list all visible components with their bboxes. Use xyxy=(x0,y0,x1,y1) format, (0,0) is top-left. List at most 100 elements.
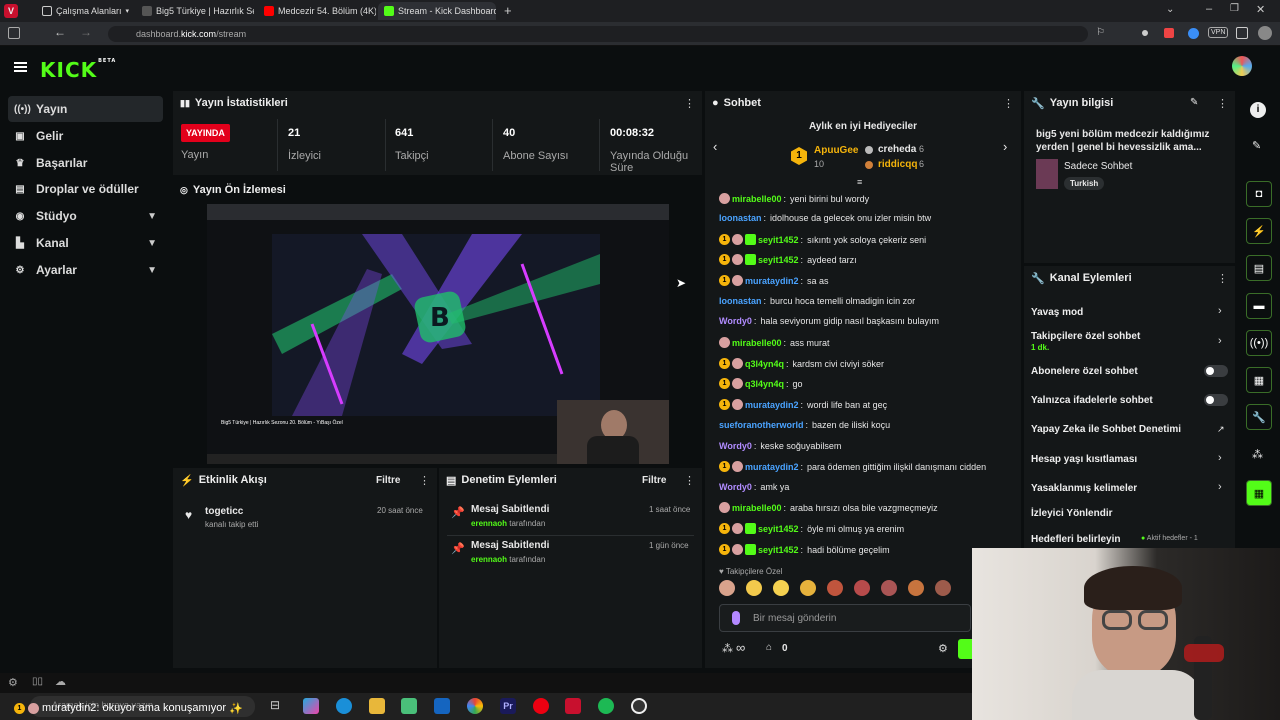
chat-username[interactable]: seyit1452 xyxy=(758,524,799,534)
account-age-item[interactable]: Hesap yaşı kısıtlaması xyxy=(1031,454,1137,465)
stream-preview-video[interactable]: B Big5 Türkiye | Hazırlık Sezonu 20. Böl… xyxy=(207,204,669,464)
more-options-icon[interactable]: ⋮ xyxy=(684,474,695,487)
followers-chat-item[interactable]: Takipçilere özel sohbet xyxy=(1031,331,1140,342)
chevron-right-icon[interactable]: › xyxy=(1218,335,1222,347)
ai-moderation-item[interactable]: Yapay Zeka ile Sohbet Denetimi xyxy=(1031,424,1181,435)
raid-item[interactable]: İzleyici Yönlendir xyxy=(1031,508,1113,519)
emote-icon[interactable] xyxy=(773,580,789,596)
users-icon[interactable]: ⁂ xyxy=(722,642,733,655)
chevron-right-icon[interactable]: › xyxy=(1218,481,1222,493)
bookmark-icon[interactable]: ⚐ xyxy=(1096,27,1105,38)
more-options-icon[interactable]: ⋮ xyxy=(684,97,695,110)
more-options-icon[interactable]: ⋮ xyxy=(1217,97,1228,110)
minimize-icon[interactable]: – xyxy=(1206,3,1212,15)
chevron-right-icon[interactable]: › xyxy=(1218,452,1222,464)
store-app-icon[interactable] xyxy=(401,698,417,714)
emote-chat-toggle[interactable] xyxy=(1204,394,1228,406)
tab-kick-dashboard[interactable]: Stream - Kick Dashboard xyxy=(378,2,496,20)
extensions-icon[interactable] xyxy=(1236,27,1248,39)
settings-icon[interactable]: ⚙ xyxy=(8,676,18,689)
emote-icon[interactable] xyxy=(935,580,951,596)
chat-username[interactable]: seyit1452 xyxy=(758,545,799,555)
chat-username[interactable]: mirabelle00 xyxy=(732,503,782,513)
more-options-icon[interactable]: ⋮ xyxy=(1217,272,1228,285)
outlook-icon[interactable] xyxy=(434,698,450,714)
chat-username[interactable]: sueforanotherworld xyxy=(719,420,804,430)
file-explorer-icon[interactable] xyxy=(369,698,385,714)
emote-icon[interactable] xyxy=(881,580,897,596)
emote-icon[interactable] xyxy=(827,580,843,596)
emote-icon[interactable] xyxy=(719,580,735,596)
store-icon[interactable]: ⌂ xyxy=(766,642,772,653)
sidebar-item-kanal[interactable]: ▙ Kanal ▼ xyxy=(8,230,163,256)
user-avatar[interactable] xyxy=(1232,56,1252,76)
pencil-icon[interactable]: ✎ xyxy=(1252,139,1261,152)
sidebar-item-ayarlar[interactable]: ⚙ Ayarlar ▼ xyxy=(8,257,163,283)
more-options-icon[interactable]: ⋮ xyxy=(419,474,430,487)
subs-chat-toggle[interactable] xyxy=(1204,365,1228,377)
chat-send-button[interactable] xyxy=(958,639,972,659)
chat-username[interactable]: seyit1452 xyxy=(758,235,799,245)
opera-icon[interactable] xyxy=(533,698,549,714)
chevron-right-icon[interactable]: › xyxy=(1218,305,1222,317)
emote-icon[interactable] xyxy=(854,580,870,596)
chat-icon[interactable]: ▬ xyxy=(1246,293,1272,319)
microphone-icon[interactable] xyxy=(732,611,740,625)
sidebar-item-studyo[interactable]: ◉ Stüdyo ▼ xyxy=(8,203,163,229)
activity-user[interactable]: togeticc xyxy=(205,506,243,517)
chat-username[interactable]: murataydin2 xyxy=(745,276,799,286)
goals-item[interactable]: Hedefleri belirleyin xyxy=(1031,534,1120,545)
chat-username[interactable]: Wordy0 xyxy=(719,441,752,451)
chat-username[interactable]: mirabelle00 xyxy=(732,194,782,204)
copilot-icon[interactable] xyxy=(303,698,319,714)
vivaldi-icon[interactable] xyxy=(565,698,581,714)
chevron-right-icon[interactable]: › xyxy=(1003,139,1007,154)
external-link-icon[interactable]: ↗ xyxy=(1217,424,1225,435)
banned-words-item[interactable]: Yasaklanmış kelimeler xyxy=(1031,483,1137,494)
chat-username[interactable]: Wordy0 xyxy=(719,316,752,326)
close-icon[interactable]: ✕ xyxy=(1256,3,1265,16)
chat-username[interactable]: seyit1452 xyxy=(758,255,799,265)
extension-blue-icon[interactable] xyxy=(1188,28,1199,39)
spotify-icon[interactable] xyxy=(598,698,614,714)
layout-icon[interactable]: ▦ xyxy=(1246,367,1272,393)
sidebar-item-yayin[interactable]: ((•)) Yayın xyxy=(8,96,163,122)
grid-icon[interactable]: ▦ xyxy=(1246,480,1272,506)
users-icon[interactable]: ⁂ xyxy=(1252,448,1263,461)
maximize-icon[interactable]: ❐ xyxy=(1230,3,1239,14)
slow-mode-item[interactable]: Yavaş mod xyxy=(1031,307,1083,318)
clipboard-icon[interactable]: ▤ xyxy=(1246,255,1272,281)
tab-medcezir[interactable]: Medcezir 54. Bölüm (4K) - Y xyxy=(258,2,376,20)
chat-username[interactable]: q3l4yn4q xyxy=(745,359,784,369)
language-tag[interactable]: Turkish xyxy=(1064,177,1105,190)
tab-list-icon[interactable]: ⌄ xyxy=(1166,4,1174,15)
forward-icon[interactable]: → xyxy=(80,25,92,39)
extension-dot-icon[interactable] xyxy=(1142,30,1148,36)
chat-input[interactable]: Bir mesaj gönderin xyxy=(719,604,971,632)
chat-filter-icon[interactable]: ≡ xyxy=(857,177,862,187)
activity-filter-button[interactable]: Filtre xyxy=(376,475,400,486)
tab-workspaces[interactable]: Çalışma Alanları ▾ xyxy=(36,2,132,20)
chat-username[interactable]: mirabelle00 xyxy=(732,338,782,348)
sidebar-item-gelir[interactable]: ▣ Gelir xyxy=(8,123,163,149)
bolt-icon[interactable]: ⚡ xyxy=(1246,218,1272,244)
chevron-left-icon[interactable]: ‹ xyxy=(713,139,717,154)
info-icon[interactable]: i xyxy=(1250,102,1266,118)
emote-icon[interactable] xyxy=(800,580,816,596)
chat-username[interactable]: Wordy0 xyxy=(719,482,752,492)
moderation-filter-button[interactable]: Filtre xyxy=(642,475,666,486)
gifter-name[interactable]: crehеda xyxy=(878,144,916,155)
back-icon[interactable]: ← xyxy=(54,25,66,39)
chat-username[interactable]: murataydin2 xyxy=(745,400,799,410)
edit-icon[interactable]: ✎ xyxy=(1190,97,1198,108)
category-name[interactable]: Sadece Sohbet xyxy=(1064,161,1132,172)
chat-settings-icon[interactable]: ⚙ xyxy=(938,642,948,655)
cloud-icon[interactable]: ☁ xyxy=(55,675,66,688)
obs-icon[interactable] xyxy=(631,698,647,714)
vpn-button[interactable]: VPN xyxy=(1208,27,1229,38)
tab-big5[interactable]: Big5 Türkiye | Hazırlık Sezo xyxy=(136,2,254,20)
chat-username[interactable]: murataydin2 xyxy=(745,462,799,472)
category-thumbnail[interactable] xyxy=(1036,159,1058,189)
profile-avatar[interactable] xyxy=(1258,26,1272,40)
gifter-name[interactable]: riddicqq xyxy=(878,159,917,170)
